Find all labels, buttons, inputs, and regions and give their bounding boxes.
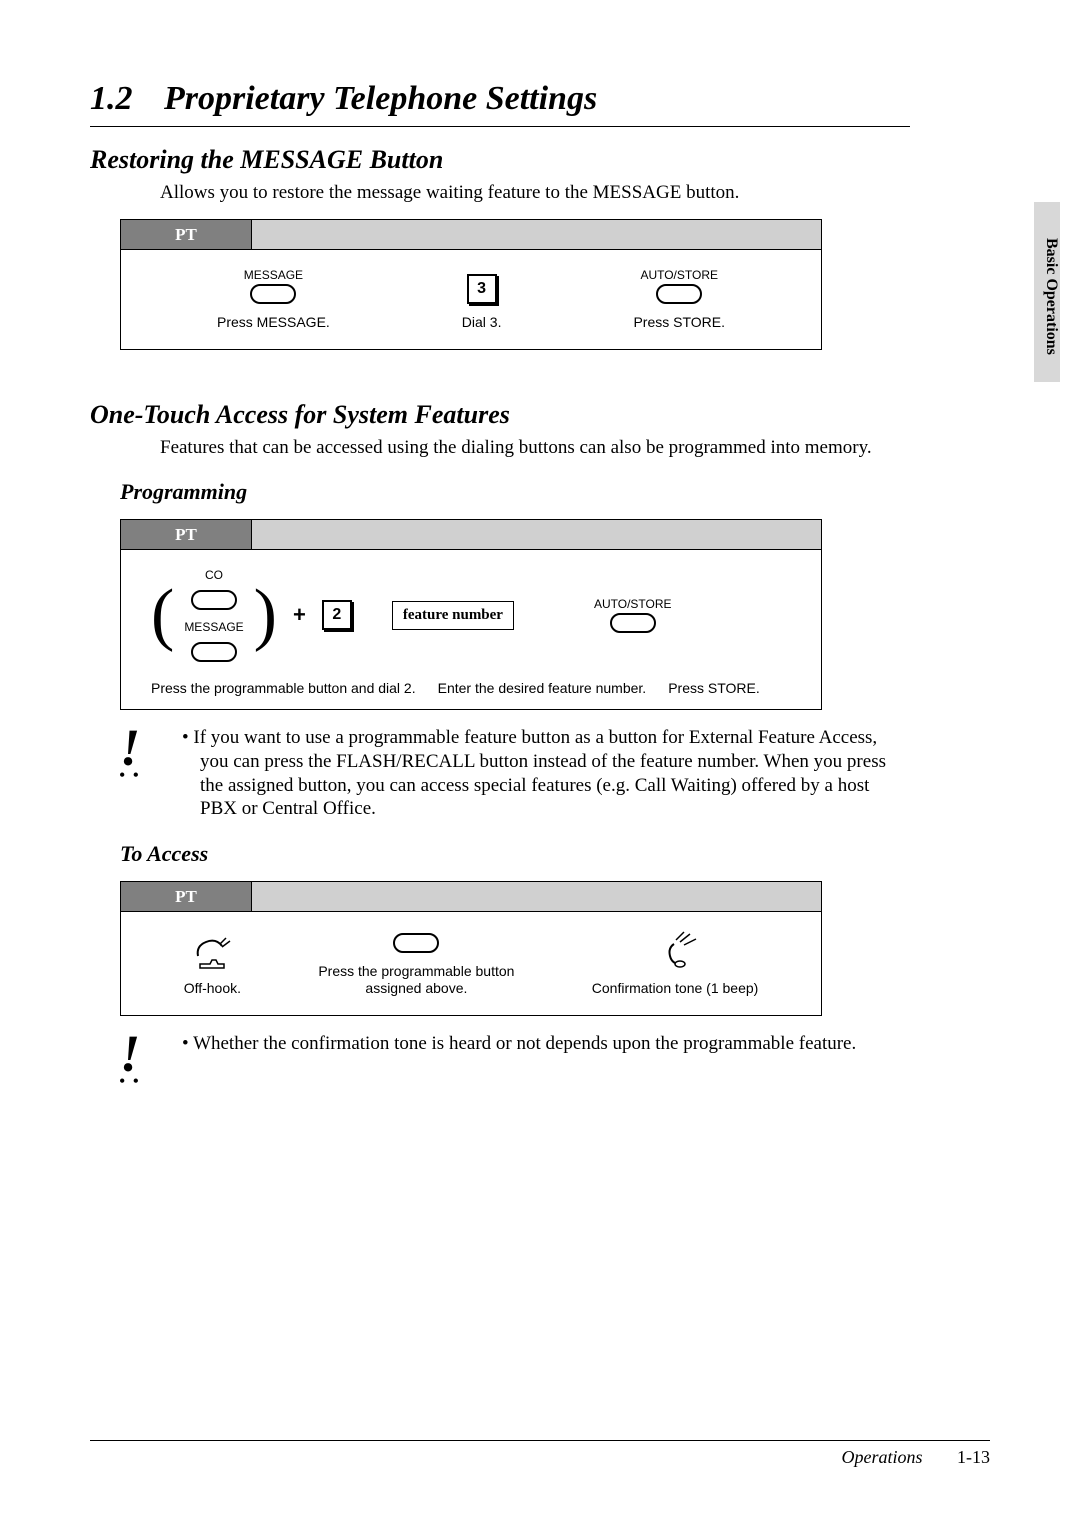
side-tab-basic-operations: Basic Operations [1034, 202, 1060, 382]
caption-press-message: Press MESSAGE. [217, 314, 330, 331]
note-text: If you want to use a programmable featur… [200, 726, 910, 821]
caption-offhook: Off-hook. [184, 980, 241, 997]
page-footer: Operations 1-13 [90, 1432, 990, 1468]
subheading-restoring: Restoring the MESSAGE Button [90, 145, 910, 175]
pt-tab-inactive [252, 220, 821, 250]
footer-section-label: Operations [842, 1447, 923, 1467]
section-title: Proprietary Telephone Settings [164, 80, 597, 117]
caption-prog-1: Press the programmable button and dial 2… [151, 680, 416, 697]
step-press-store: AUTO/STORE Press STORE. [633, 268, 725, 331]
right-paren-icon: ) [254, 587, 277, 643]
subsubheading-programming: Programming [120, 479, 910, 505]
left-paren-icon: ( [151, 587, 174, 643]
step-press-message: MESSAGE Press MESSAGE. [217, 268, 330, 331]
footer-divider [90, 1440, 990, 1441]
pt-box-restore: PT MESSAGE Press MESSAGE. 3 Dial 3. AUTO [120, 219, 822, 350]
divider [90, 126, 910, 127]
caption-press-programmable: Press the programmable button assigned a… [306, 963, 526, 997]
caption-prog-2: Enter the desired feature number. [438, 680, 647, 697]
key-2-icon: 2 [322, 600, 352, 630]
message-button-icon [191, 642, 237, 662]
note-text: Whether the confirmation tone is heard o… [200, 1032, 856, 1056]
pt-tab-inactive [252, 520, 821, 550]
store-button-icon [610, 613, 656, 633]
plus-icon: + [293, 602, 306, 628]
store-button-icon [656, 284, 702, 304]
pt-tab: PT [121, 220, 252, 250]
key-3-icon: 3 [467, 274, 497, 304]
caption-confirmation: Confirmation tone (1 beep) [592, 980, 759, 997]
label-message: MESSAGE [244, 268, 303, 282]
label-autostore: AUTO/STORE [640, 268, 718, 282]
label-autostore: AUTO/STORE [594, 597, 672, 611]
subsubheading-toaccess: To Access [120, 841, 910, 867]
pt-box-access: PT Off-hook. [120, 881, 822, 1016]
pt-box-programming: PT ( CO MESSAGE ) + [120, 519, 822, 710]
subheading-onetouch: One-Touch Access for System Features [90, 400, 910, 430]
step-dial-3: 3 Dial 3. [462, 274, 502, 331]
step-press-store: AUTO/STORE [594, 597, 672, 633]
step-feature-number: feature number [392, 601, 514, 630]
offhook-phone-icon [192, 934, 232, 970]
exclamation-icon: !• • [100, 1032, 160, 1089]
step-offhook: Off-hook. [184, 934, 241, 997]
step-press-programmable: Press the programmable button assigned a… [306, 933, 526, 997]
pt-tab: PT [121, 882, 252, 912]
feature-number-box: feature number [392, 601, 514, 630]
label-co: CO [205, 568, 223, 582]
caption-press-store: Press STORE. [633, 314, 725, 331]
section-number: 1.2 [90, 80, 160, 118]
co-button-icon [191, 590, 237, 610]
pt-tab: PT [121, 520, 252, 550]
note-programming: !• • If you want to use a programmable f… [100, 726, 910, 821]
footer-page-number: 1-13 [957, 1447, 990, 1467]
section-header: 1.2 Proprietary Telephone Settings [90, 80, 910, 118]
caption-prog-3: Press STORE. [668, 680, 760, 697]
confirmation-tone-icon [650, 930, 700, 970]
step-confirmation-tone: Confirmation tone (1 beep) [592, 930, 759, 997]
message-button-icon [250, 284, 296, 304]
note-access: !• • Whether the confirmation tone is he… [100, 1032, 910, 1089]
pt-tab-inactive [252, 882, 821, 912]
exclamation-icon: !• • [100, 726, 160, 783]
body-text: Allows you to restore the message waitin… [160, 181, 910, 205]
body-text: Features that can be accessed using the … [160, 436, 910, 460]
label-message: MESSAGE [184, 620, 243, 634]
programmable-button-icon [393, 933, 439, 953]
caption-dial-3: Dial 3. [462, 314, 502, 331]
programmable-button-group: ( CO MESSAGE ) + 2 [151, 568, 352, 662]
